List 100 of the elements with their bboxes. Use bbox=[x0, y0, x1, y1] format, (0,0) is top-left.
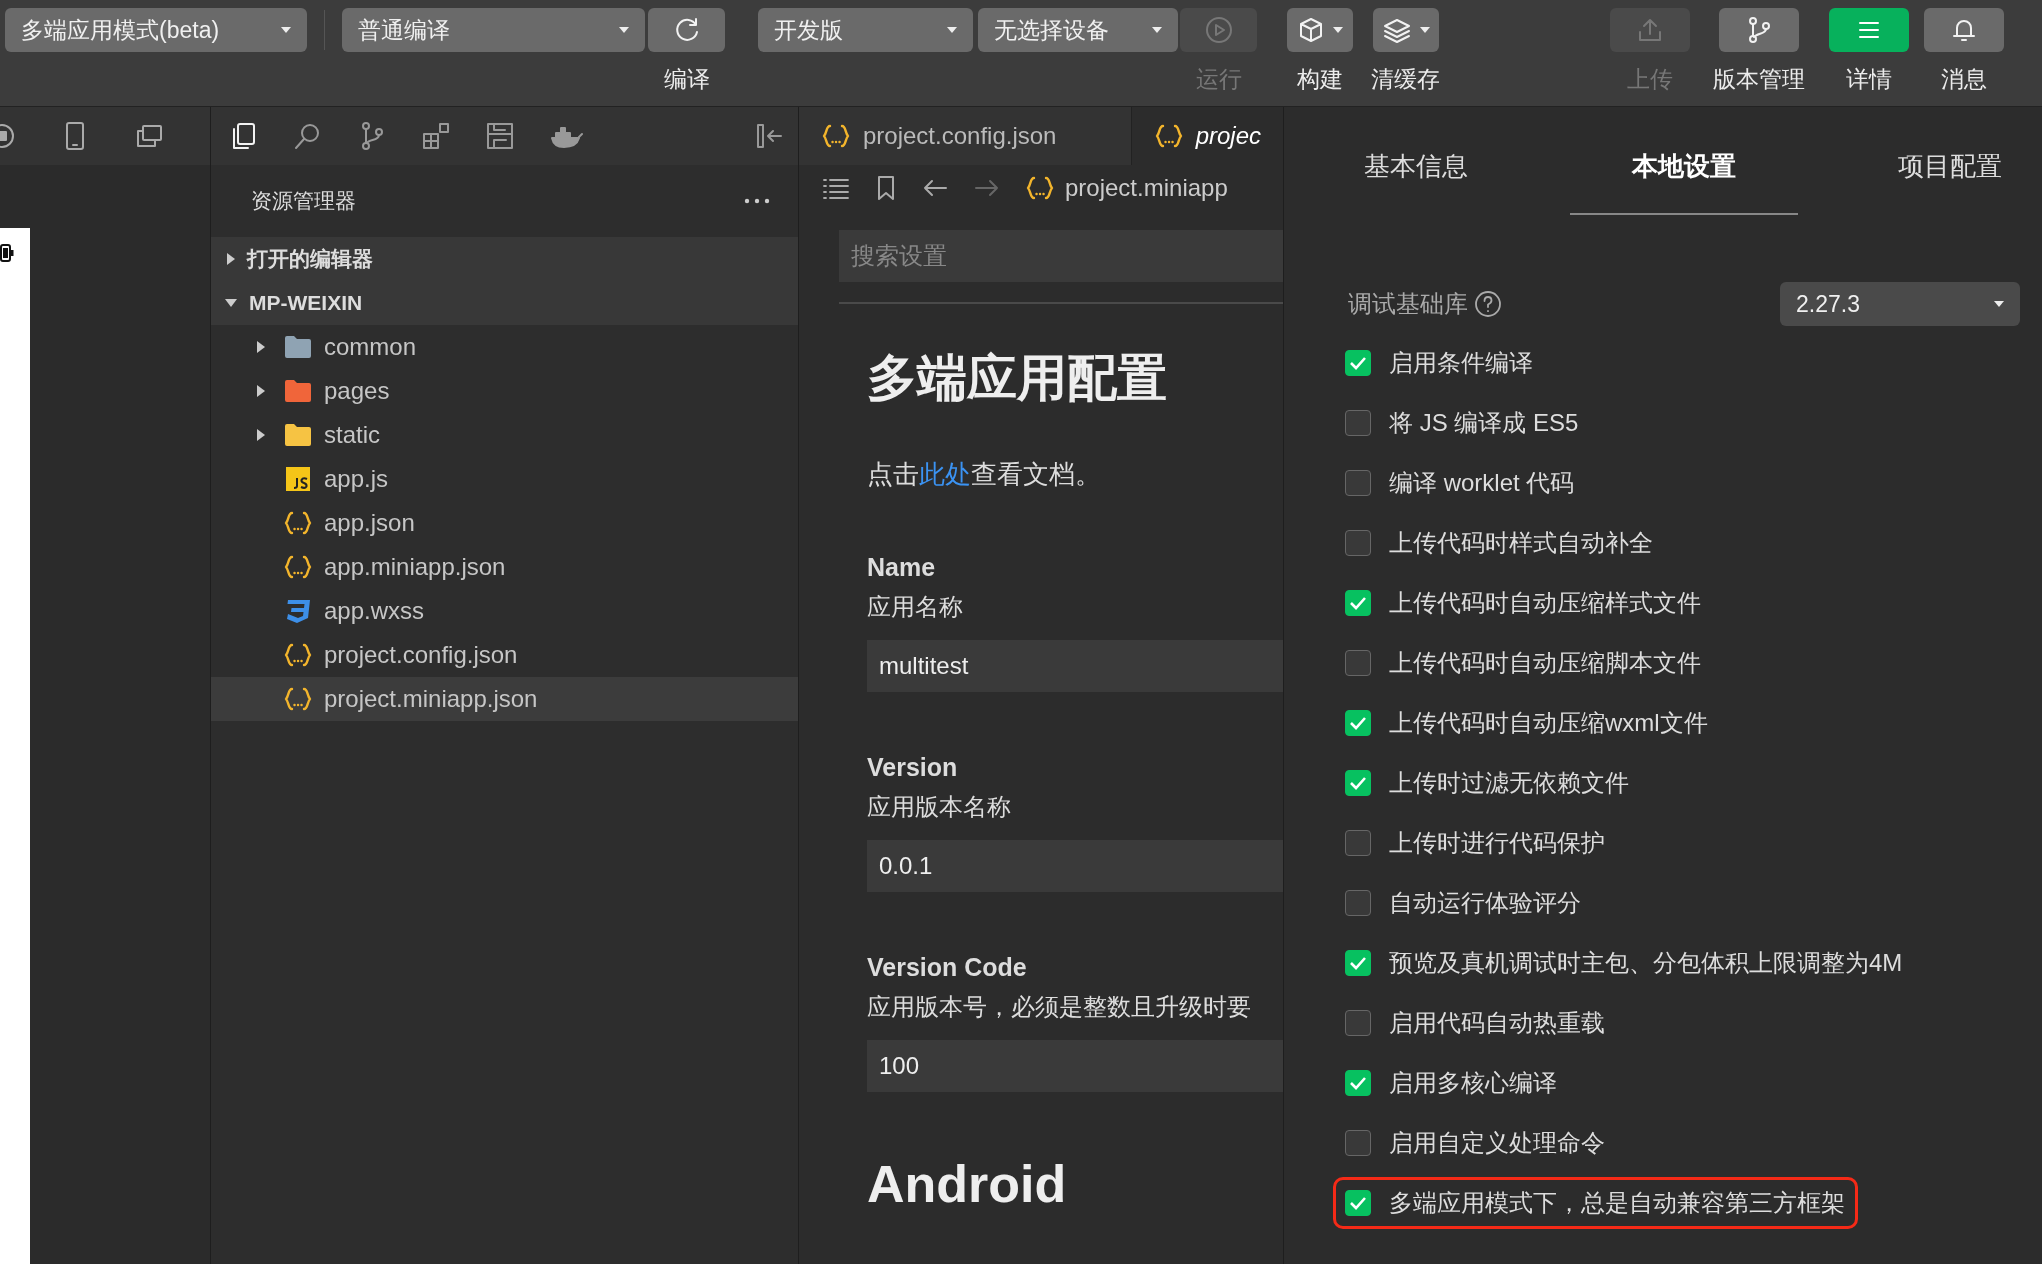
checkbox-option[interactable]: 上传时过滤无依赖文件 bbox=[1333, 757, 1642, 809]
checkmark-icon bbox=[1349, 776, 1367, 790]
checkbox[interactable] bbox=[1345, 1010, 1371, 1036]
checkbox-option[interactable]: 将 JS 编译成 ES5 bbox=[1333, 397, 1592, 449]
compile-label: 编译 bbox=[663, 65, 710, 94]
tree-item[interactable]: app.wxss bbox=[211, 589, 798, 633]
checkbox[interactable] bbox=[1345, 350, 1371, 376]
layout-icon bbox=[485, 121, 515, 151]
toolbar-button[interactable] bbox=[1924, 8, 2004, 52]
checkbox-option[interactable]: 上传代码时自动压缩样式文件 bbox=[1333, 577, 1714, 629]
tree-item[interactable]: app.miniapp.json bbox=[211, 545, 798, 589]
checkbox-option[interactable]: 启用条件编译 bbox=[1333, 337, 1546, 389]
toolbar-label: 清缓存 bbox=[1371, 65, 1440, 94]
checkbox[interactable] bbox=[1345, 410, 1371, 436]
extensions-icon bbox=[421, 121, 451, 151]
section-header[interactable]: MP-WEIXIN bbox=[211, 281, 798, 325]
dropdown[interactable]: 无选择设备 bbox=[978, 8, 1178, 52]
compile-button[interactable] bbox=[648, 8, 725, 52]
checkbox-option[interactable]: 上传代码时自动压缩脚本文件 bbox=[1333, 637, 1714, 689]
tree-item[interactable]: static bbox=[211, 413, 798, 457]
checkmark-icon bbox=[1349, 716, 1367, 730]
checkbox-option[interactable]: 自动运行体验评分 bbox=[1333, 877, 1594, 929]
search-field[interactable]: 搜索设置 bbox=[839, 230, 1283, 282]
checkmark-icon bbox=[1349, 1196, 1367, 1210]
checkbox[interactable] bbox=[1345, 890, 1371, 916]
checkbox-option[interactable]: 编译 worklet 代码 bbox=[1333, 457, 1588, 509]
settings-tab[interactable]: 项目配置 bbox=[1860, 107, 2040, 215]
settings-tab[interactable]: 本地设置 bbox=[1570, 107, 1798, 215]
help-icon bbox=[1474, 290, 1502, 318]
play-icon bbox=[1203, 15, 1234, 45]
run-label: 运行 bbox=[1195, 65, 1242, 94]
toolbar-label: 上传 bbox=[1627, 65, 1673, 94]
checkbox-option[interactable]: 启用代码自动热重载 bbox=[1333, 997, 1618, 1049]
dropdown[interactable]: 多端应用模式(beta) bbox=[5, 8, 307, 52]
checkbox-option[interactable]: 启用多核心编译 bbox=[1333, 1057, 1570, 1109]
checkbox-option[interactable]: 启用自定义处理命令 bbox=[1333, 1117, 1618, 1169]
checkbox-option[interactable]: 上传时进行代码保护 bbox=[1333, 817, 1618, 869]
cube-icon bbox=[1297, 16, 1325, 44]
toolbar-button[interactable] bbox=[1287, 8, 1353, 52]
checkbox[interactable] bbox=[1345, 1130, 1371, 1156]
input-field[interactable]: multitest bbox=[867, 640, 1283, 692]
dropdown[interactable]: 普通编译 bbox=[342, 8, 645, 52]
caret-icon bbox=[281, 27, 291, 33]
checkbox[interactable] bbox=[1345, 830, 1371, 856]
json-file-icon bbox=[821, 123, 851, 149]
input-field[interactable]: 100 bbox=[867, 1040, 1283, 1092]
phone-icon bbox=[64, 121, 86, 151]
caret-icon bbox=[1333, 27, 1343, 33]
tree-item[interactable]: app.js bbox=[211, 457, 798, 501]
panel-title: 资源管理器 bbox=[251, 188, 356, 214]
tree-item[interactable]: pages bbox=[211, 369, 798, 413]
checkbox[interactable] bbox=[1345, 650, 1371, 676]
checkbox[interactable] bbox=[1345, 950, 1371, 976]
tree-item[interactable]: project.config.json bbox=[211, 633, 798, 677]
json-file-icon bbox=[283, 686, 313, 712]
checkbox[interactable] bbox=[1345, 710, 1371, 736]
settings-tab[interactable]: 基本信息 bbox=[1302, 107, 1530, 215]
breadcrumb[interactable]: project.miniapp bbox=[1025, 173, 1228, 202]
checkmark-icon bbox=[1349, 596, 1367, 610]
checkbox-option[interactable]: 上传代码时样式自动补全 bbox=[1333, 517, 1666, 569]
tree-item[interactable]: common bbox=[211, 325, 798, 369]
tree-item[interactable]: app.json bbox=[211, 501, 798, 545]
toolbar-button[interactable] bbox=[1719, 8, 1799, 52]
checkbox-option[interactable]: 多端应用模式下，总是自动兼容第三方框架 bbox=[1333, 1177, 1858, 1229]
upload-icon bbox=[1636, 16, 1664, 44]
json-file-icon bbox=[1025, 174, 1055, 201]
checkmark-icon bbox=[1349, 956, 1367, 970]
field-label: Version Code bbox=[867, 952, 1028, 983]
checkbox[interactable] bbox=[1345, 770, 1371, 796]
section-header[interactable]: 打开的编辑器 bbox=[211, 237, 798, 281]
toolbar-label: 消息 bbox=[1941, 65, 1987, 94]
editor-tab[interactable]: projec bbox=[1131, 107, 1283, 165]
input-field[interactable]: 0.0.1 bbox=[867, 840, 1283, 892]
checkbox[interactable] bbox=[1345, 1070, 1371, 1096]
windows-icon bbox=[134, 122, 164, 150]
setting-label: 调试基础库 bbox=[1348, 289, 1468, 319]
caret-icon bbox=[947, 27, 957, 33]
dropdown[interactable]: 2.27.3 bbox=[1780, 282, 2020, 326]
checkbox[interactable] bbox=[1345, 530, 1371, 556]
dropdown[interactable]: 开发版 bbox=[758, 8, 973, 52]
checkbox[interactable] bbox=[1345, 590, 1371, 616]
checkmark-icon bbox=[1349, 1076, 1367, 1090]
checkbox-option[interactable]: 上传代码时自动压缩wxml文件 bbox=[1333, 697, 1721, 749]
json-file-icon bbox=[283, 554, 313, 580]
tree-item[interactable]: project.miniapp.json bbox=[211, 677, 798, 721]
caret-icon bbox=[619, 27, 629, 33]
caret-icon bbox=[1419, 27, 1430, 33]
doc-link[interactable]: 此处 bbox=[919, 459, 971, 489]
toolbar-label: 构建 bbox=[1297, 65, 1343, 94]
layers-icon bbox=[1381, 16, 1412, 44]
js-file-icon bbox=[283, 466, 313, 492]
bookmark-icon bbox=[875, 173, 897, 202]
checkbox[interactable] bbox=[1345, 470, 1371, 496]
checkbox[interactable] bbox=[1345, 1190, 1371, 1216]
checkbox-option[interactable]: 预览及真机调试时主包、分包体积上限调整为4M bbox=[1333, 937, 1916, 989]
toolbar-button[interactable] bbox=[1372, 8, 1439, 52]
more-icon[interactable] bbox=[744, 198, 770, 204]
json-file-icon bbox=[283, 510, 313, 536]
doc-sentence: 点击此处查看文档。 bbox=[867, 458, 1102, 491]
caret-icon bbox=[1152, 27, 1162, 33]
